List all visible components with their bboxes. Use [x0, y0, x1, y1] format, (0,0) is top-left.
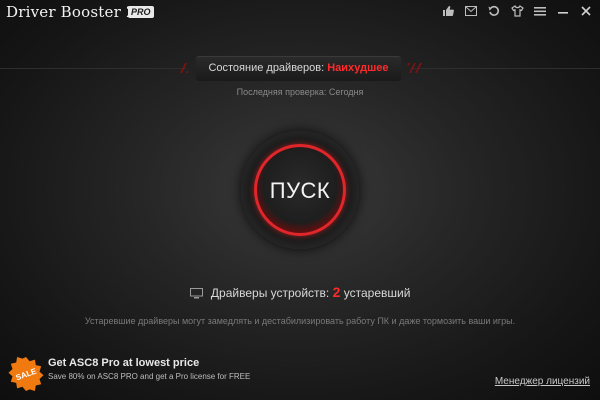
driver-status-text: Состояние драйверов: Наихудшее [196, 62, 401, 74]
last-check-text: Последняя проверка: Сегодня [236, 87, 364, 97]
minimize-button[interactable] [553, 2, 573, 20]
close-icon [581, 6, 591, 16]
close-button[interactable] [576, 2, 596, 20]
restore-icon[interactable] [484, 2, 504, 20]
device-drivers-label: Драйверы устройств: [210, 286, 330, 300]
promo-banner[interactable]: SALE Get ASC8 Pro at lowest price Save 8… [8, 352, 428, 396]
hint-text: Устаревшие драйверы могут замедлять и де… [84, 316, 516, 326]
driver-status-value: Наихудшее [327, 62, 389, 74]
mail-icon[interactable] [461, 2, 481, 20]
minimize-icon [558, 12, 568, 14]
sale-badge-icon: SALE [8, 357, 44, 391]
app-window: Driver Booster 2.2 PRO Состояние драйвер… [0, 0, 600, 400]
scan-button[interactable]: ПУСК [254, 144, 346, 236]
shirt-icon[interactable] [507, 2, 527, 20]
monitor-icon [189, 288, 203, 299]
driver-status-panel: Состояние драйверов: Наихудшее [186, 56, 411, 81]
driver-status-label: Состояние драйверов: [208, 62, 325, 74]
thumbs-up-icon[interactable] [438, 2, 458, 20]
scan-button-label: ПУСК [269, 178, 331, 203]
pro-badge: PRO [128, 6, 154, 18]
promo-title[interactable]: Get ASC8 Pro at lowest price [48, 357, 199, 369]
promo-subtitle: Save 80% on ASC8 PRO and get a Pro licen… [48, 372, 251, 381]
title-bar: Driver Booster 2.2 PRO [0, 0, 600, 26]
menu-icon[interactable] [530, 2, 550, 20]
outdated-suffix: устаревший [343, 286, 411, 300]
title-bar-icons [435, 2, 596, 20]
outdated-count: 2 [332, 284, 341, 300]
device-drivers-summary: Драйверы устройств: 2 устаревший [0, 284, 600, 300]
license-manager-link[interactable]: Менеджер лицензий [495, 376, 590, 387]
